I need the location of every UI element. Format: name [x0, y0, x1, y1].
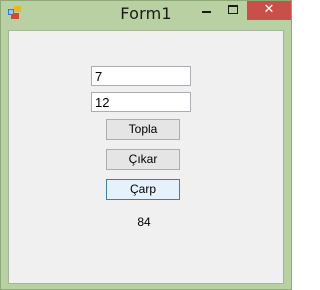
- close-icon[interactable]: ✕: [247, 1, 291, 20]
- result-label: 84: [137, 215, 151, 229]
- subtract-button[interactable]: Çıkar: [106, 149, 180, 170]
- first-number-input[interactable]: 7: [91, 66, 191, 86]
- form-client-area: 7 12 Topla Çıkar Çarp 84: [8, 30, 284, 284]
- form1-window: Form1 ✕ 7 12 Topla Çıkar Çarp 84: [0, 0, 292, 290]
- maximize-icon[interactable]: [220, 1, 247, 20]
- second-number-input[interactable]: 12: [91, 92, 191, 112]
- minimize-icon[interactable]: [194, 1, 220, 20]
- multiply-button[interactable]: Çarp: [106, 179, 180, 200]
- title-bar[interactable]: Form1 ✕: [1, 1, 291, 31]
- add-button[interactable]: Topla: [106, 119, 180, 140]
